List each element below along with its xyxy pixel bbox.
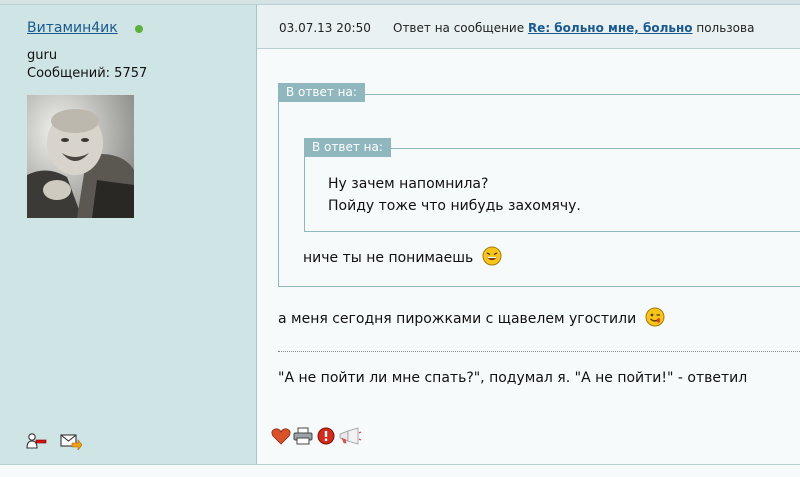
post-header: 03.07.13 20:50 Ответ на сообщение Re: бо… [257,5,800,49]
signature-text: "А не пойти ли мне спать?", подумал я. "… [278,370,748,386]
post-count-label: Сообщений: [27,66,111,81]
avatar[interactable] [27,95,134,218]
online-status-icon [135,25,143,33]
megaphone-icon[interactable] [338,427,362,445]
bottom-divider [0,464,800,477]
signature-divider [278,351,800,352]
inner-quote-line-1: Ну зачем напомнила? [328,176,489,192]
printer-icon[interactable] [293,427,313,445]
post-datetime: 03.07.13 20:50 [279,21,371,35]
user-post-count: Сообщений: 5757 [27,66,147,81]
post-body-text: а меня сегодня пирожками с щавелем угост… [278,307,665,331]
inner-quote-line-2: Пойду тоже что нибудь захомячу. [328,198,581,214]
reply-link[interactable]: Re: больно мне, больно [528,21,693,35]
post-count-value: 5757 [114,66,148,81]
outer-quote-text: ниче ты не понимаешь [303,246,502,270]
reply-prefix: Ответ на сообщение [393,21,525,35]
user-rank: guru [27,48,58,63]
post-body-content: а меня сегодня пирожками с щавелем угост… [278,311,637,327]
winking-smiley-icon [645,307,665,331]
username-link[interactable]: Витамин4ик [27,20,118,36]
reply-suffix: пользова [696,21,755,35]
inner-quote-label: В ответ на: [304,138,391,157]
laughing-smiley-icon [482,246,502,270]
outer-quote-label: В ответ на: [278,83,365,102]
send-message-icon[interactable] [60,432,83,451]
reply-info: Ответ на сообщение Re: больно мне, больн… [393,21,754,35]
warning-icon[interactable] [316,427,336,445]
user-profile-icon[interactable] [26,432,48,450]
heart-icon[interactable] [271,427,291,445]
outer-quote-text-content: ниче ты не понимаешь [303,250,474,266]
